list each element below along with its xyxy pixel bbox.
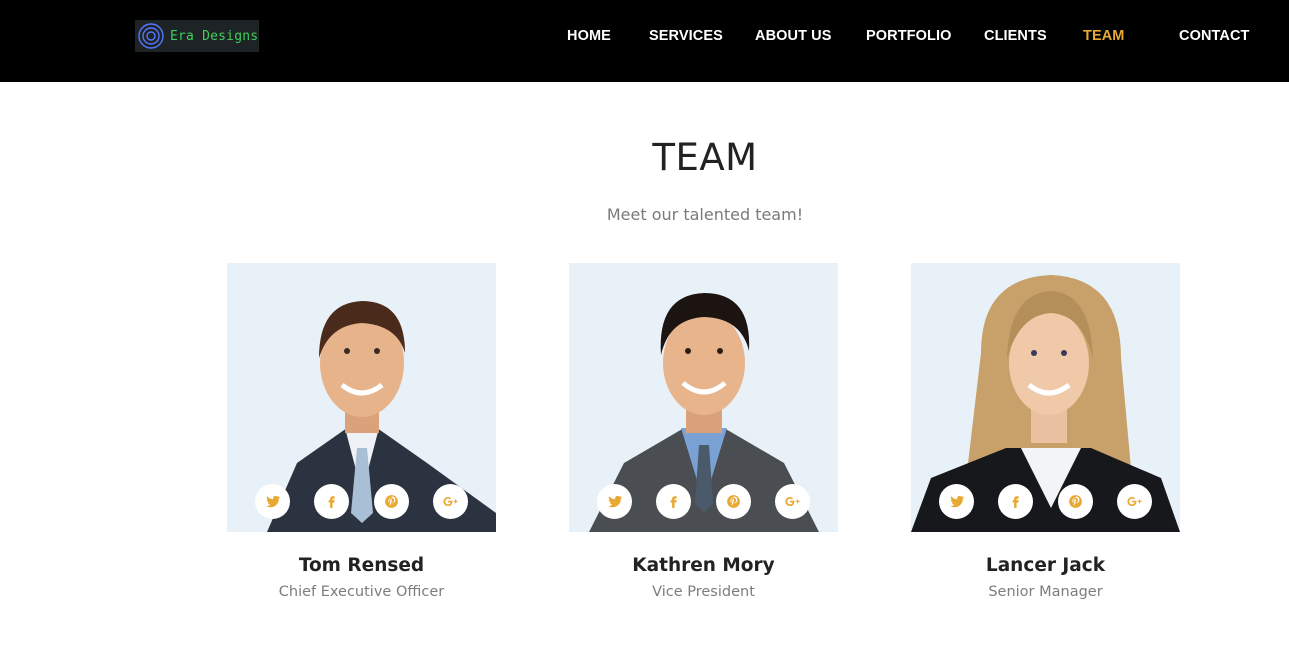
- pinterest-icon: [385, 495, 398, 508]
- nav-services[interactable]: SERVICES: [649, 28, 723, 44]
- twitter-icon: [950, 495, 965, 508]
- pinterest-button[interactable]: [1058, 484, 1093, 519]
- google-plus-icon: [443, 496, 458, 507]
- team-member-role: Senior Manager: [988, 584, 1103, 600]
- nav-home[interactable]: HOME: [567, 28, 611, 44]
- nav-about-us[interactable]: ABOUT US: [755, 28, 832, 44]
- facebook-icon: [670, 496, 677, 508]
- google-plus-button[interactable]: [775, 484, 810, 519]
- team-card: Kathren Mory Vice President: [569, 263, 838, 600]
- google-plus-icon: [785, 496, 800, 507]
- team-member-name: Tom Rensed: [298, 555, 425, 576]
- section-subtitle: Meet our talented team!: [606, 205, 804, 224]
- team-card: Tom Rensed Chief Executive Officer: [227, 263, 496, 600]
- facebook-button[interactable]: [998, 484, 1033, 519]
- nav-clients[interactable]: CLIENTS: [984, 28, 1047, 44]
- twitter-icon: [608, 495, 623, 508]
- team-member-name: Kathren Mory: [632, 555, 775, 576]
- pinterest-button[interactable]: [716, 484, 751, 519]
- team-member-name: Lancer Jack: [985, 555, 1106, 576]
- nav-team[interactable]: TEAM: [1083, 28, 1124, 44]
- pinterest-button[interactable]: [374, 484, 409, 519]
- team-member-photo: [911, 263, 1180, 532]
- google-plus-button[interactable]: [433, 484, 468, 519]
- pinterest-icon: [727, 495, 740, 508]
- main-nav: HOME SERVICES ABOUT US PORTFOLIO CLIENTS…: [0, 0, 1289, 82]
- google-plus-icon: [1127, 496, 1142, 507]
- nav-contact[interactable]: CONTACT: [1179, 28, 1250, 44]
- team-member-photo: [569, 263, 838, 532]
- twitter-icon: [266, 495, 281, 508]
- twitter-button[interactable]: [939, 484, 974, 519]
- social-links: [911, 484, 1180, 520]
- pinterest-icon: [1069, 495, 1082, 508]
- facebook-button[interactable]: [314, 484, 349, 519]
- section-title: TEAM: [652, 136, 758, 179]
- facebook-button[interactable]: [656, 484, 691, 519]
- social-links: [569, 484, 838, 520]
- team-member-role: Chief Executive Officer: [278, 584, 445, 600]
- twitter-button[interactable]: [597, 484, 632, 519]
- twitter-button[interactable]: [255, 484, 290, 519]
- facebook-icon: [328, 496, 335, 508]
- site-header: Era Designs HOME SERVICES ABOUT US PORTF…: [0, 0, 1289, 82]
- team-card: Lancer Jack Senior Manager: [911, 263, 1180, 600]
- social-links: [227, 484, 496, 520]
- team-member-photo: [227, 263, 496, 532]
- nav-portfolio[interactable]: PORTFOLIO: [866, 28, 951, 44]
- team-member-role: Vice President: [652, 584, 755, 600]
- facebook-icon: [1012, 496, 1019, 508]
- google-plus-button[interactable]: [1117, 484, 1152, 519]
